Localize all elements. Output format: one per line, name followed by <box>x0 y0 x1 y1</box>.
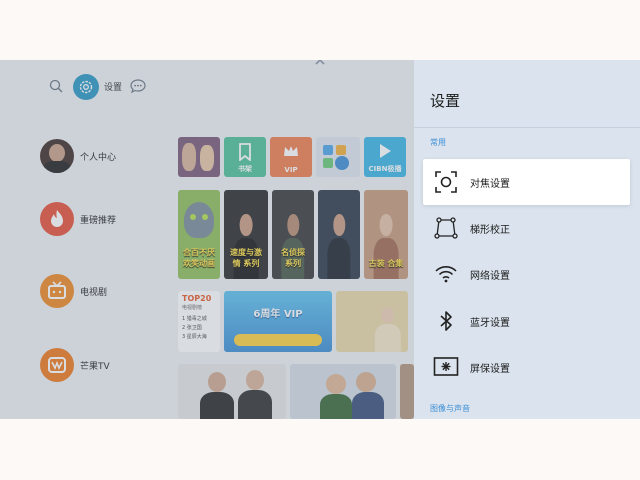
menu-item-label: 蓝牙设置 <box>470 317 510 329</box>
focus-icon <box>433 169 459 195</box>
menu-item-bluetooth[interactable]: 蓝牙设置 <box>423 298 630 344</box>
menu-item-label: 屏保设置 <box>470 363 510 375</box>
panel-title: 设置 <box>430 92 461 110</box>
section-label-picture-sound: 图像与声音 <box>430 404 470 413</box>
menu-item-keystone[interactable]: 梯形校正 <box>423 205 630 251</box>
dim-overlay <box>0 60 414 419</box>
menu-item-network[interactable]: 网络设置 <box>423 251 630 297</box>
divider <box>414 127 640 128</box>
wifi-icon <box>433 261 459 287</box>
menu-item-label: 对焦设置 <box>470 178 510 190</box>
menu-item-label: 网络设置 <box>470 270 510 282</box>
tv-screen: 设置 个人中心 重磅推荐 电视剧 芒果TV 书架 VIP CIBN极播 合百不厌… <box>0 60 640 419</box>
menu-item-focus[interactable]: 对焦设置 <box>423 159 630 205</box>
menu-item-label: 梯形校正 <box>470 224 510 236</box>
menu-item-screensaver[interactable]: 屏保设置 <box>423 344 630 390</box>
bluetooth-icon <box>433 308 459 334</box>
keystone-icon <box>433 215 459 241</box>
settings-panel: 设置 常用 对焦设置 梯形校正 网络设置 蓝牙设置 屏保设置 图像与声音 <box>414 60 640 419</box>
screensaver-icon <box>433 354 459 380</box>
section-label-common: 常用 <box>430 138 446 147</box>
